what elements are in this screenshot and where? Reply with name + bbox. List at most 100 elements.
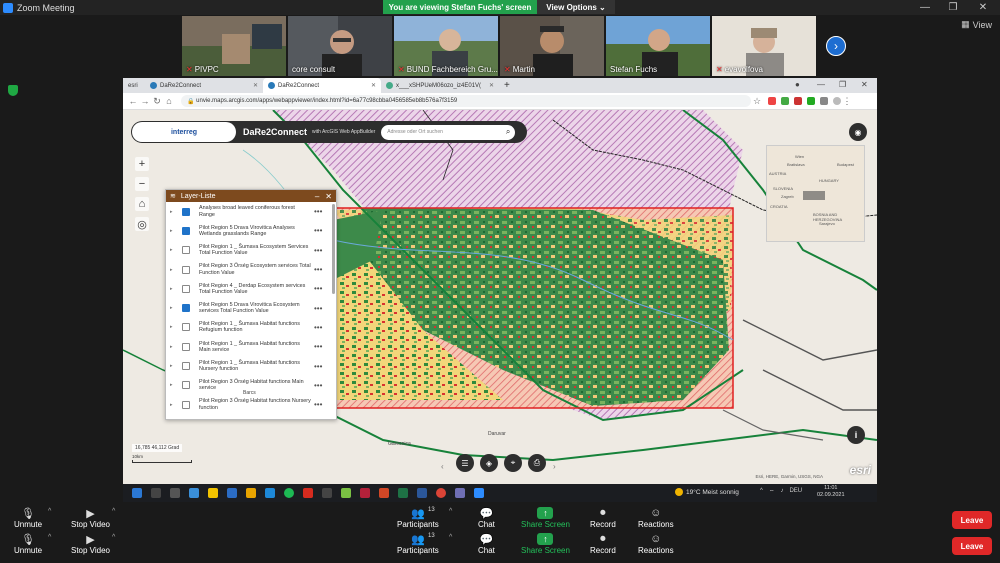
- expand-arrow-icon[interactable]: ▸: [170, 228, 178, 234]
- weather-widget[interactable]: 19°C Meist sonnig: [675, 488, 739, 496]
- layer-checkbox[interactable]: [182, 246, 190, 255]
- expand-arrow-icon[interactable]: ▸: [170, 247, 178, 253]
- chrome-close-button[interactable]: ✕: [861, 80, 868, 89]
- record-button[interactable]: ⏺ Record: [590, 532, 616, 556]
- stop-video-button[interactable]: ▶ Stop Video: [71, 506, 110, 530]
- more-options-icon[interactable]: •••: [314, 304, 322, 313]
- reload-icon[interactable]: ↻: [151, 96, 163, 107]
- layer-item[interactable]: ▸ Pilot Region 3 Őrség Ecosystem services…: [166, 260, 336, 279]
- sticky-notes-icon[interactable]: [208, 488, 218, 498]
- layer-checkbox[interactable]: [182, 304, 190, 313]
- mail-icon[interactable]: [227, 488, 237, 498]
- participants-caret[interactable]: ^: [449, 508, 452, 515]
- extensions-puzzle-icon[interactable]: [820, 97, 828, 105]
- zoom-in-button[interactable]: +: [135, 157, 149, 171]
- chat-button[interactable]: 💬 Chat: [478, 506, 495, 530]
- audio-options-caret[interactable]: ^: [48, 534, 51, 541]
- tab-other[interactable]: x___xSHPUeM06ozo_iz4E01V(✕: [381, 78, 499, 93]
- tab-dare2connect-1[interactable]: DaRe2Connect ✕: [145, 78, 263, 93]
- layer-item[interactable]: ▸ Pilot Region 1 _ Šumava Habitat functio…: [166, 318, 336, 337]
- unmute-button[interactable]: 🎙 Unmute: [14, 506, 42, 530]
- clock[interactable]: 11:01 02.09.2021: [817, 485, 845, 499]
- zoom-app-icon[interactable]: [474, 488, 484, 498]
- windows-start-icon[interactable]: [132, 488, 142, 498]
- maximize-button[interactable]: ❐: [938, 0, 968, 15]
- overview-map[interactable]: Wien Bratislava Budapest AUSTRIA HUNGARY…: [766, 145, 865, 242]
- participant-tile[interactable]: ✕ PIVPC: [182, 16, 286, 76]
- info-icon[interactable]: i: [847, 426, 865, 444]
- leave-button[interactable]: Leave: [952, 537, 992, 555]
- layers-icon[interactable]: ◈: [480, 454, 498, 472]
- layer-item[interactable]: ▸ Analyses broad leaved coniferous forest…: [166, 202, 336, 221]
- next-tools-arrow-icon[interactable]: ›: [553, 462, 556, 471]
- home-extent-icon[interactable]: ⌂: [135, 197, 149, 211]
- chat-button[interactable]: 💬 Chat: [478, 532, 495, 556]
- more-options-icon[interactable]: •••: [314, 323, 322, 332]
- more-options-icon[interactable]: •••: [314, 284, 322, 293]
- more-options-icon[interactable]: •••: [314, 342, 322, 351]
- expand-arrow-icon[interactable]: ▸: [170, 286, 178, 292]
- share-screen-button[interactable]: ↑ Share Screen: [521, 532, 570, 555]
- extension-icon[interactable]: [768, 97, 776, 105]
- tab-close-icon[interactable]: ✕: [253, 82, 258, 89]
- audio-options-caret[interactable]: ^: [48, 508, 51, 515]
- excel-icon[interactable]: [398, 488, 408, 498]
- participant-tile[interactable]: Stefan Fuchs: [606, 16, 710, 76]
- home-icon[interactable]: ⌂: [163, 96, 175, 106]
- layer-checkbox[interactable]: [182, 362, 190, 371]
- layer-checkbox[interactable]: [182, 400, 190, 409]
- edge-icon[interactable]: [189, 488, 199, 498]
- view-options-button[interactable]: View Options ⌄: [537, 0, 615, 14]
- profile-avatar[interactable]: [833, 97, 841, 105]
- back-icon[interactable]: ←: [127, 96, 139, 106]
- tab-dare2connect-2[interactable]: DaRe2Connect ✕: [263, 78, 381, 93]
- reactions-button[interactable]: ☺ Reactions: [638, 532, 674, 555]
- powerpoint-icon[interactable]: [379, 488, 389, 498]
- tab-close-icon[interactable]: ✕: [489, 82, 494, 89]
- layer-checkbox[interactable]: [182, 381, 190, 390]
- leave-button[interactable]: Leave: [952, 511, 992, 529]
- access-icon[interactable]: [360, 488, 370, 498]
- expand-arrow-icon[interactable]: ▸: [170, 344, 178, 350]
- expand-arrow-icon[interactable]: ▸: [170, 209, 178, 215]
- app-icon[interactable]: [455, 488, 465, 498]
- video-options-caret[interactable]: ^: [112, 534, 115, 541]
- file-explorer-icon[interactable]: [246, 488, 256, 498]
- tray-chevron-icon[interactable]: ^: [760, 488, 763, 496]
- record-button[interactable]: ⏺ Record: [590, 506, 616, 530]
- chrome-account-icon[interactable]: ●: [795, 80, 800, 89]
- acrobat-icon[interactable]: [303, 488, 313, 498]
- participant-tile[interactable]: core consult: [288, 16, 392, 76]
- reactions-button[interactable]: ☺ Reactions: [638, 506, 674, 529]
- participant-tile[interactable]: ✕ evavolfova: [712, 16, 816, 76]
- map-view[interactable]: interreg DaRe2Connect with ArcGIS Web Ap…: [123, 110, 877, 484]
- expand-arrow-icon[interactable]: ▸: [170, 324, 178, 330]
- layer-item[interactable]: ▸ Pilot Region 3 Őrség Habitat functions …: [166, 395, 336, 414]
- next-page-arrow-icon[interactable]: ›: [826, 36, 846, 56]
- more-options-icon[interactable]: •••: [314, 400, 322, 409]
- close-panel-button[interactable]: ✕: [325, 192, 332, 201]
- video-options-caret[interactable]: ^: [112, 508, 115, 515]
- view-button[interactable]: ▦ View: [961, 19, 992, 30]
- stop-video-button[interactable]: ▶ Stop Video: [71, 532, 110, 556]
- minimize-button[interactable]: —: [910, 0, 940, 15]
- forward-icon[interactable]: →: [139, 96, 151, 106]
- layer-item[interactable]: ▸ Pilot Region 5 Drava Virovitica Ecosyst…: [166, 298, 336, 317]
- security-shield-icon[interactable]: [8, 85, 18, 96]
- chrome-minimize-button[interactable]: —: [817, 80, 825, 89]
- layer-item[interactable]: ▸ Pilot Region 1 _ Šumava Habitat functio…: [166, 356, 336, 375]
- layer-checkbox[interactable]: [182, 323, 190, 332]
- locate-icon[interactable]: ◎: [135, 217, 149, 231]
- panel-scrollbar[interactable]: [332, 204, 335, 294]
- more-options-icon[interactable]: •••: [314, 362, 322, 371]
- network-icon[interactable]: ⌔: [769, 488, 775, 496]
- close-button[interactable]: ✕: [968, 0, 998, 15]
- measure-icon[interactable]: ⌖: [504, 454, 522, 472]
- word-icon[interactable]: [417, 488, 427, 498]
- expand-arrow-icon[interactable]: ▸: [170, 382, 178, 388]
- zoom-out-button[interactable]: −: [135, 177, 149, 191]
- prev-tools-arrow-icon[interactable]: ‹: [441, 462, 444, 471]
- overview-extent[interactable]: [803, 191, 825, 200]
- layer-item[interactable]: ▸Pilot Region 3 Őrség Habitat functions•…: [166, 414, 336, 419]
- expand-arrow-icon[interactable]: ▸: [170, 363, 178, 369]
